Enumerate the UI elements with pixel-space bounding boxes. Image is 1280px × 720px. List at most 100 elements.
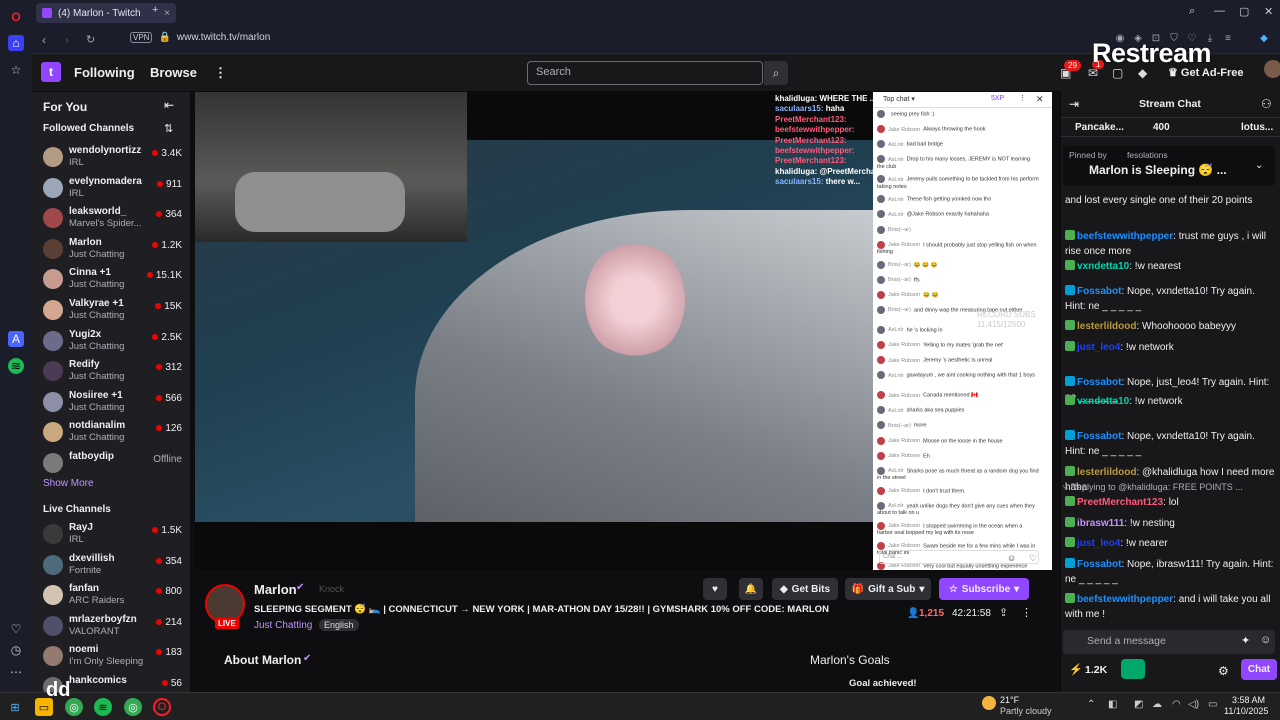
get-bits-button[interactable]: ◆ Get Bits: [772, 578, 838, 600]
sidebar-channel[interactable]: Nosiiree +1 Just Chatting 566: [32, 389, 182, 419]
tray-app2-icon[interactable]: ◩: [1134, 699, 1143, 710]
follow-heart-button[interactable]: ♥: [703, 578, 727, 600]
chat-username[interactable]: Fossabot: [1077, 286, 1121, 297]
more-menu-icon[interactable]: ⋮: [214, 65, 227, 81]
maximize-button[interactable]: ▢: [1239, 5, 1249, 18]
sidebar-channel[interactable]: leaksworld_ Marvel's Spider... 364: [32, 205, 182, 235]
spotify-icon[interactable]: ≋: [94, 698, 112, 716]
tray-cloud-icon[interactable]: ☁: [1152, 699, 1162, 710]
chrome-alt-icon[interactable]: ◎: [124, 698, 142, 716]
url-field[interactable]: VPN 🔒 www.twitch.tv/marlon: [130, 32, 270, 43]
volume-icon[interactable]: ◁): [1188, 699, 1199, 710]
gift-sub-button[interactable]: 🎁 Gift a Sub ▾: [845, 578, 931, 600]
battery-icon[interactable]: ▭: [1208, 699, 1217, 710]
minimize-button[interactable]: —: [1214, 5, 1225, 17]
search-tabs-icon[interactable]: ⌕: [1189, 5, 1195, 18]
hype-right[interactable]: lotus...: [1241, 122, 1273, 133]
chat-send-button[interactable]: Chat: [1241, 659, 1277, 680]
more-options-icon[interactable]: ⋮: [1021, 606, 1032, 619]
chat-username[interactable]: lesterlildood: [1077, 321, 1136, 332]
popup-more-icon[interactable]: ⋮: [1019, 94, 1026, 102]
sidebar-channel[interactable]: Valkyrae +1 Just Chatting 15K: [32, 297, 182, 327]
share-icon[interactable]: ⇪: [999, 606, 1008, 619]
users-icon[interactable]: ⚇: [1261, 97, 1272, 111]
chat-username[interactable]: vxndetta10: [1077, 261, 1129, 272]
chat-username[interactable]: vxndetta10: [1077, 396, 1129, 407]
category-link[interactable]: Just Chatting: [254, 620, 312, 631]
pinned-message[interactable]: Pinned by fesolations Marlon is Sleeping…: [1063, 146, 1275, 186]
channel-points-icon[interactable]: ⚡: [1069, 663, 1083, 676]
chat-username[interactable]: beefstewwithpepper: [1077, 231, 1173, 242]
reload-button[interactable]: ↻: [86, 33, 95, 46]
chat-settings-icon[interactable]: ⚙: [1218, 664, 1229, 678]
avatar[interactable]: [1264, 60, 1280, 78]
collapse-sidebar-icon[interactable]: ⇤: [164, 98, 174, 112]
more-icon[interactable]: ⋯: [8, 664, 24, 680]
chevron-down-icon[interactable]: ⌄: [1255, 160, 1263, 171]
opera-icon[interactable]: O: [153, 698, 171, 716]
sidebar-channel[interactable]: Yugi2x Just Chatting 2.5K: [32, 328, 182, 358]
collapse-chat-icon[interactable]: ⇥: [1069, 97, 1079, 111]
sort-icon[interactable]: ⇅: [164, 122, 173, 135]
sidebar-channel[interactable]: RayJ IRL 1.5K: [32, 521, 182, 551]
search-icon[interactable]: ⌕: [764, 61, 788, 85]
sidebar-channel[interactable]: fatboydip Offline: [32, 450, 182, 480]
sidebar-channel[interactable]: mrlazerboyfzn VALORANT 214: [32, 613, 182, 643]
settings-icon[interactable]: ≡: [1222, 33, 1234, 45]
forward-button[interactable]: ›: [65, 33, 69, 47]
chat-username[interactable]: just_leo4: [1077, 342, 1120, 353]
back-button[interactable]: ‹: [42, 33, 46, 47]
show-more-link[interactable]: Show More: [43, 478, 94, 489]
sidebar-channel[interactable]: notdianalim Just Chatting 126: [32, 419, 182, 449]
search-input[interactable]: Search: [527, 61, 763, 85]
chrome-icon[interactable]: ◎: [65, 698, 83, 716]
subscribe-button[interactable]: ☆ Subscribe ▾: [939, 578, 1029, 600]
video-player[interactable]: khalidluga: WHERE THE ... saculaars15: ha…: [195, 92, 875, 570]
chat-username[interactable]: just_leo4: [1077, 538, 1120, 549]
history-icon[interactable]: ◷: [8, 642, 24, 658]
twitch-logo-icon[interactable]: t: [41, 62, 61, 82]
gift-chest-icon[interactable]: [1121, 659, 1145, 679]
new-tab-button[interactable]: +: [152, 4, 158, 16]
sidebar-channel[interactable]: Marlon Just Chatting 1.2K: [32, 236, 182, 266]
notification-bell-button[interactable]: 🔔: [739, 578, 763, 600]
chat-username[interactable]: PreetMerchant123: [1077, 497, 1163, 508]
chat-username[interactable]: Fossabot: [1077, 431, 1121, 442]
home-icon[interactable]: ⌂: [8, 35, 24, 51]
clock-time[interactable]: 3:58 AM: [1232, 695, 1265, 705]
chat-username[interactable]: Fossabot: [1077, 377, 1121, 388]
opera-logo-icon[interactable]: O: [8, 9, 24, 25]
tab-close-button[interactable]: ×: [164, 8, 170, 19]
sidebar-channel[interactable]: Redify Just Chatting 312: [32, 358, 182, 388]
clock-date[interactable]: 11/10/2025: [1224, 706, 1268, 716]
nav-browse[interactable]: Browse: [150, 65, 197, 80]
wifi-icon[interactable]: ◠: [1172, 699, 1181, 710]
tray-chevron-icon[interactable]: ⌃: [1087, 699, 1095, 710]
heart-icon[interactable]: ♡: [8, 621, 24, 637]
vpn-badge[interactable]: VPN: [130, 32, 153, 43]
close-window-button[interactable]: ✕: [1264, 5, 1273, 18]
bits-icon[interactable]: ✦: [1241, 634, 1250, 647]
chat-username[interactable]: ibrasw111: [1077, 518, 1124, 529]
sidebar-channel[interactable]: wendolynortizz IRL 3.4K: [32, 144, 182, 174]
popup-close-icon[interactable]: ✕: [1036, 94, 1044, 105]
heart-icon[interactable]: ♡: [1029, 553, 1037, 564]
sidebar-channel[interactable]: evelynomadera IRL 911: [32, 175, 182, 205]
sidebar-channel[interactable]: dxevillish Fortnite 354: [32, 552, 182, 582]
tray-app-icon[interactable]: ◧: [1108, 699, 1117, 710]
language-tag[interactable]: English: [319, 619, 359, 631]
file-explorer-icon[interactable]: ▭: [35, 698, 53, 716]
sidebar-channel[interactable]: Cinna +1 Just Chatting 15.1K: [32, 266, 182, 296]
streamer-name[interactable]: Marlon: [254, 582, 297, 597]
sidebar-channel[interactable]: noemi I'm Only Sleeping 183: [32, 643, 182, 673]
nav-following[interactable]: Following: [74, 65, 135, 80]
hype-left[interactable]: Pancake...: [1075, 122, 1124, 133]
spotify-icon[interactable]: ≋: [8, 358, 24, 374]
top-chat-label[interactable]: Top chat: [883, 96, 909, 103]
sidebar-channel[interactable]: fanfan ARC Raiders 800: [32, 582, 182, 612]
send-message-input[interactable]: Send a message ✦ ☺: [1063, 630, 1275, 654]
aria-icon[interactable]: A: [8, 331, 24, 347]
chat-username[interactable]: Fossabot: [1077, 559, 1121, 570]
emoji-icon[interactable]: ☺: [1260, 634, 1271, 646]
star-icon[interactable]: ☆: [8, 62, 24, 78]
